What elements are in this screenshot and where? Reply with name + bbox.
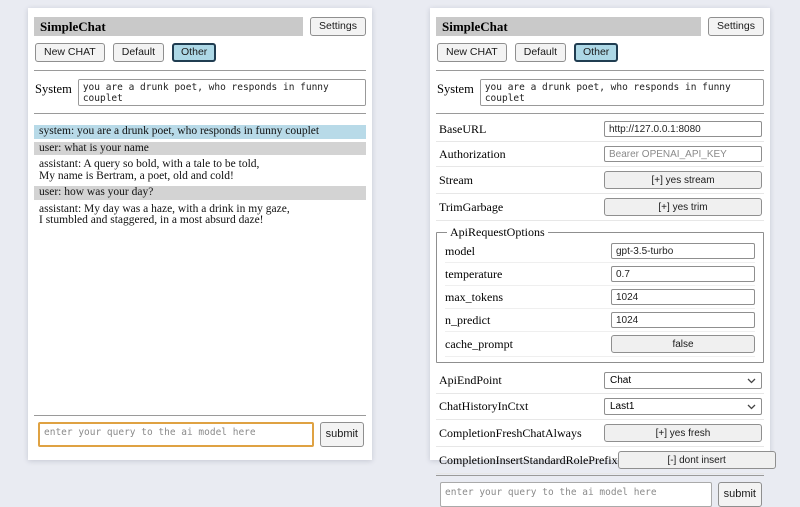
divider — [34, 113, 366, 114]
chat-message-assistant: assistant: A query so bold, with a tale … — [34, 158, 366, 183]
chat-message-user: user: what is your name — [34, 142, 366, 156]
setting-row-completion-fresh: CompletionFreshChatAlways [+] yes fresh — [436, 420, 764, 447]
api-endpoint-select[interactable]: Chat — [604, 372, 762, 389]
chat-history-label: ChatHistoryInCtxt — [439, 399, 528, 414]
chat-history-select[interactable]: Last1 — [604, 398, 762, 415]
settings-button[interactable]: Settings — [708, 17, 764, 36]
authorization-label: Authorization — [439, 147, 506, 162]
divider — [436, 70, 764, 71]
chat-message-user: user: how was your day? — [34, 186, 366, 200]
setting-row-max-tokens: max_tokens — [445, 286, 755, 309]
authorization-input[interactable] — [604, 146, 762, 162]
n-predict-label: n_predict — [445, 313, 490, 328]
app-title: SimpleChat — [34, 17, 303, 36]
chat-message-list: system: you are a drunk poet, who respon… — [34, 122, 366, 231]
system-prompt-label: System — [35, 79, 72, 97]
app-title: SimpleChat — [436, 17, 701, 36]
n-predict-input[interactable] — [611, 312, 755, 328]
setting-row-temperature: temperature — [445, 263, 755, 286]
divider — [34, 415, 366, 416]
system-prompt-row: System you are a drunk poet, who respond… — [437, 79, 764, 106]
completion-fresh-toggle-button[interactable]: [+] yes fresh — [604, 424, 762, 442]
submit-button[interactable]: submit — [718, 482, 762, 507]
setting-row-model: model — [445, 240, 755, 263]
model-label: model — [445, 244, 475, 259]
baseurl-label: BaseURL — [439, 122, 486, 137]
stream-toggle-button[interactable]: [+] yes stream — [604, 171, 762, 189]
setting-row-api-endpoint: ApiEndPoint Chat — [436, 368, 764, 394]
submit-button[interactable]: submit — [320, 422, 364, 447]
api-endpoint-selected-value: Chat — [610, 375, 631, 386]
session-buttons: New CHAT Default Other — [35, 43, 366, 62]
temperature-input[interactable] — [611, 266, 755, 282]
system-prompt-input[interactable]: you are a drunk poet, who responds in fu… — [78, 79, 366, 106]
baseurl-input[interactable] — [604, 121, 762, 137]
cache-prompt-toggle-button[interactable]: false — [611, 335, 755, 353]
query-input[interactable] — [440, 482, 712, 507]
chat-message-assistant: assistant: My day was a haze, with a dri… — [34, 203, 366, 228]
max-tokens-label: max_tokens — [445, 290, 503, 305]
cache-prompt-label: cache_prompt — [445, 337, 513, 352]
chat-panel: SimpleChat Settings New CHAT Default Oth… — [28, 8, 372, 460]
trim-garbage-label: TrimGarbage — [439, 200, 503, 215]
query-row: submit — [38, 422, 364, 447]
chevron-down-icon — [747, 378, 756, 384]
completion-insert-label: CompletionInsertStandardRolePrefix — [439, 453, 618, 468]
trim-garbage-toggle-button[interactable]: [+] yes trim — [604, 198, 762, 216]
setting-row-completion-insert: CompletionInsertStandardRolePrefix [-] d… — [436, 447, 764, 474]
session-buttons: New CHAT Default Other — [437, 43, 764, 62]
api-request-options-fieldset: ApiRequestOptions model temperature max_… — [436, 225, 764, 363]
new-chat-button[interactable]: New CHAT — [35, 43, 105, 62]
max-tokens-input[interactable] — [611, 289, 755, 305]
settings-form: BaseURL Authorization Stream [+] yes str… — [436, 117, 764, 474]
setting-row-chat-history: ChatHistoryInCtxt Last1 — [436, 394, 764, 420]
session-other-button[interactable]: Other — [574, 43, 618, 62]
chevron-down-icon — [747, 404, 756, 410]
settings-panel: SimpleChat Settings New CHAT Default Oth… — [430, 8, 770, 460]
new-chat-button[interactable]: New CHAT — [437, 43, 507, 62]
setting-row-authorization: Authorization — [436, 142, 764, 167]
setting-row-baseurl: BaseURL — [436, 117, 764, 142]
query-row: submit — [440, 482, 762, 507]
divider — [436, 475, 764, 476]
system-prompt-input[interactable]: you are a drunk poet, who responds in fu… — [480, 79, 764, 106]
system-prompt-label: System — [437, 79, 474, 97]
api-request-options-legend: ApiRequestOptions — [447, 225, 548, 240]
divider — [436, 113, 764, 114]
session-default-button[interactable]: Default — [113, 43, 164, 62]
spacer — [34, 231, 366, 415]
temperature-label: temperature — [445, 267, 502, 282]
setting-row-cache-prompt: cache_prompt false — [445, 332, 755, 357]
settings-button[interactable]: Settings — [310, 17, 366, 36]
divider — [34, 70, 366, 71]
completion-fresh-label: CompletionFreshChatAlways — [439, 426, 582, 441]
setting-row-trim-garbage: TrimGarbage [+] yes trim — [436, 194, 764, 221]
setting-row-n-predict: n_predict — [445, 309, 755, 332]
chat-history-selected-value: Last1 — [610, 401, 634, 412]
session-default-button[interactable]: Default — [515, 43, 566, 62]
title-bar: SimpleChat Settings — [436, 17, 764, 36]
setting-row-stream: Stream [+] yes stream — [436, 167, 764, 194]
model-input[interactable] — [611, 243, 755, 259]
chat-message-system: system: you are a drunk poet, who respon… — [34, 125, 366, 139]
title-bar: SimpleChat Settings — [34, 17, 366, 36]
api-endpoint-label: ApiEndPoint — [439, 373, 502, 388]
stream-label: Stream — [439, 173, 473, 188]
query-input[interactable] — [38, 422, 314, 447]
session-other-button[interactable]: Other — [172, 43, 216, 62]
system-prompt-row: System you are a drunk poet, who respond… — [35, 79, 366, 106]
completion-insert-toggle-button[interactable]: [-] dont insert — [618, 451, 776, 469]
